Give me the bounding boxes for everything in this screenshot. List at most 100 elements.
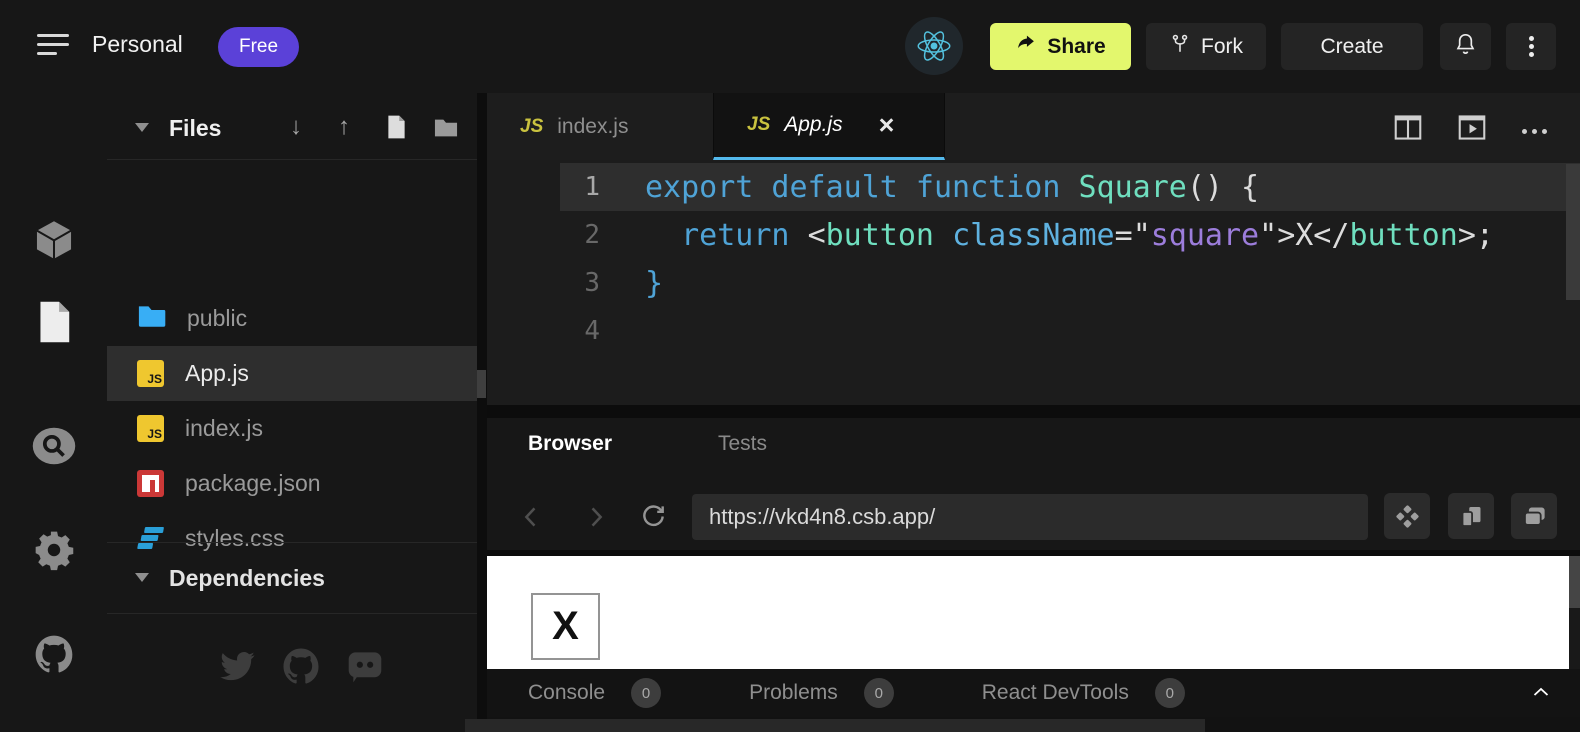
explorer-scrollbar-thumb[interactable]: [477, 370, 486, 398]
file-row-package-json[interactable]: package.json: [107, 456, 477, 511]
code-line: 4: [487, 307, 1580, 355]
react-devtools-tab[interactable]: React DevTools 0: [982, 678, 1185, 708]
chevron-up-icon[interactable]: [1532, 685, 1550, 703]
fork-button[interactable]: Fork: [1146, 23, 1266, 70]
github-icon[interactable]: [280, 645, 322, 692]
code-text: return <button className="square">X</but…: [645, 218, 1494, 253]
editor-more-icon[interactable]: [1518, 117, 1550, 145]
workspace-name[interactable]: Personal: [92, 31, 183, 58]
open-preview-icon[interactable]: [1456, 113, 1488, 141]
tab-tests[interactable]: Tests: [718, 432, 767, 456]
folder-icon: [137, 304, 166, 333]
gear-icon[interactable]: [31, 527, 77, 573]
javascript-glyph-icon: JS: [747, 114, 770, 136]
export-icon[interactable]: ↑: [338, 113, 350, 141]
line-number: 1: [487, 172, 600, 202]
share-button[interactable]: Share: [990, 23, 1131, 70]
tab-browser[interactable]: Browser: [528, 432, 612, 456]
tab-label: App.js: [784, 113, 842, 137]
more-menu-button[interactable]: [1506, 23, 1556, 70]
code-line: 2 return <button className="square">X</b…: [487, 211, 1580, 259]
editor-tabbar: JS index.js JS App.js ×: [487, 93, 1580, 160]
javascript-file-icon: JS: [137, 360, 164, 387]
create-label: Create: [1320, 35, 1383, 59]
file-row-app-js[interactable]: JS App.js: [107, 346, 477, 401]
refresh-icon[interactable]: [639, 502, 668, 536]
panel-divider[interactable]: [487, 405, 1580, 418]
count-badge: 0: [864, 678, 894, 708]
tab-index-js[interactable]: JS index.js: [487, 93, 713, 160]
react-logo-icon: [905, 17, 963, 75]
files-header-label: Files: [169, 115, 221, 142]
fork-icon: [1169, 32, 1191, 62]
fork-label: Fork: [1201, 35, 1243, 59]
line-number: 3: [487, 268, 600, 298]
new-folder-icon[interactable]: [433, 118, 459, 143]
square-button[interactable]: X: [531, 593, 600, 660]
kebab-menu-icon: [1506, 36, 1556, 57]
open-in-new-window-icon[interactable]: [1511, 493, 1557, 539]
tab-app-js[interactable]: JS App.js ×: [713, 93, 945, 160]
share-arrow-icon: [1015, 33, 1037, 61]
file-row-public[interactable]: public: [107, 291, 477, 346]
file-explorer: Files ↓ ↑ public JS App.js JS index.js p…: [107, 93, 477, 732]
file-name: App.js: [185, 360, 249, 387]
line-number: 2: [487, 220, 600, 250]
code-text: }: [645, 266, 663, 301]
back-icon[interactable]: [517, 502, 545, 537]
plan-badge: Free: [218, 27, 299, 67]
share-label: Share: [1047, 35, 1105, 59]
chevron-down-icon: [135, 573, 149, 582]
menu-icon[interactable]: [37, 34, 69, 61]
bottom-scrollbar-track: [487, 717, 1580, 732]
create-button[interactable]: Create: [1281, 23, 1423, 70]
code-editor[interactable]: 1 export default function Square() { 2 r…: [487, 160, 1580, 405]
file-name: index.js: [185, 415, 263, 442]
new-file-icon[interactable]: [385, 114, 408, 145]
javascript-glyph-icon: JS: [520, 116, 543, 138]
editor-vertical-scrollbar[interactable]: [1566, 164, 1580, 300]
files-section-header[interactable]: Files ↓ ↑: [107, 93, 477, 160]
close-tab-icon[interactable]: ×: [879, 112, 895, 139]
bottom-scrollbar-thumb[interactable]: [465, 719, 1205, 732]
activity-bar: [0, 93, 107, 732]
url-bar[interactable]: https://vkd4n8.csb.app/: [692, 494, 1368, 540]
browser-panel: Browser Tests https://vkd4n8.csb.app/: [487, 418, 1580, 550]
console-bar: Console 0 Problems 0 React DevTools 0: [487, 669, 1580, 717]
dependencies-section-header[interactable]: Dependencies: [107, 543, 477, 613]
split-editor-icon[interactable]: [1392, 113, 1424, 141]
npm-file-icon: [137, 470, 164, 497]
files-panel-icon[interactable]: [31, 299, 77, 345]
top-header: Personal Free Share Fork Create: [0, 0, 1580, 93]
preview-pane[interactable]: X: [487, 556, 1580, 669]
dependencies-header-label: Dependencies: [169, 565, 325, 592]
forward-icon[interactable]: [582, 502, 610, 537]
file-name: package.json: [185, 470, 321, 497]
chevron-down-icon: [135, 123, 149, 132]
code-line: 1 export default function Square() {: [487, 163, 1580, 211]
file-row-index-js[interactable]: JS index.js: [107, 401, 477, 456]
discord-icon[interactable]: [344, 649, 386, 690]
code-text: export default function Square() {: [645, 170, 1259, 205]
import-icon[interactable]: ↓: [290, 113, 302, 141]
preview-actions-icon[interactable]: [1384, 493, 1430, 539]
preview-scrollbar-thumb[interactable]: [1569, 556, 1580, 608]
sandbox-box-icon[interactable]: [31, 217, 77, 263]
count-badge: 0: [631, 678, 661, 708]
javascript-file-icon: JS: [137, 415, 164, 442]
github-icon[interactable]: [31, 631, 77, 677]
line-number: 4: [487, 316, 600, 346]
bell-icon: [1453, 31, 1478, 63]
main-column: JS index.js JS App.js × 1 export default…: [487, 93, 1580, 732]
console-tab[interactable]: Console 0: [528, 678, 661, 708]
responsive-mode-icon[interactable]: [1448, 493, 1494, 539]
file-name: public: [187, 305, 247, 332]
notifications-button[interactable]: [1440, 23, 1491, 70]
twitter-icon[interactable]: [216, 647, 258, 692]
problems-tab[interactable]: Problems 0: [749, 678, 894, 708]
search-icon[interactable]: [31, 423, 77, 469]
divider: [107, 613, 477, 614]
count-badge: 0: [1155, 678, 1185, 708]
tab-label: index.js: [557, 115, 628, 139]
code-line: 3 }: [487, 259, 1580, 307]
